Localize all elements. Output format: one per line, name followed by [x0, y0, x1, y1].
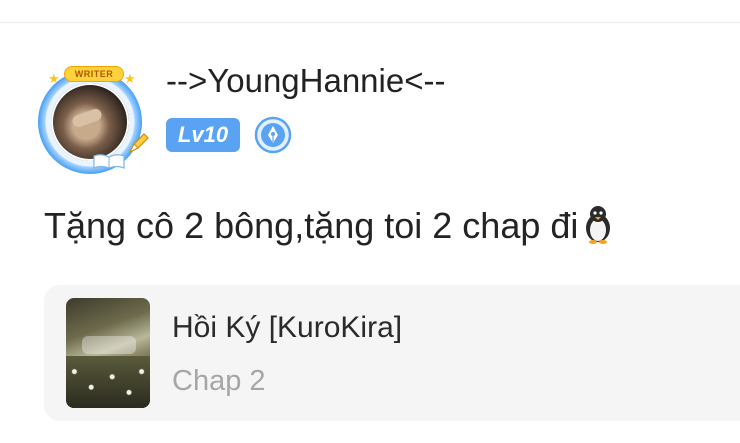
- writer-frame-badge: WRITER: [64, 66, 124, 82]
- story-title: Hồi Ký [KuroKira]: [172, 311, 403, 344]
- story-cover-image: [66, 298, 150, 408]
- open-book-icon: [93, 154, 125, 169]
- star-icon: ★: [124, 71, 136, 86]
- comment-text: Tặng cô 2 bông,tặng toi 2 chap đi: [44, 205, 579, 246]
- star-icon: ★: [48, 71, 60, 86]
- user-avatar[interactable]: ★ ★ WRITER: [34, 62, 152, 174]
- chapter-card[interactable]: Hồi Ký [KuroKira] Chap 2: [44, 285, 740, 421]
- comment-body: Tặng cô 2 bông,tặng toi 2 chap đi: [44, 204, 614, 247]
- penguin-icon: [586, 206, 611, 244]
- cover-flowers: [66, 356, 150, 408]
- cover-title-mark: [82, 336, 136, 354]
- top-divider: [0, 22, 740, 23]
- fountain-pen-icon: [128, 133, 149, 154]
- level-badge: Lv10: [166, 118, 240, 152]
- username[interactable]: -->YoungHannie<--: [166, 62, 445, 100]
- writer-pen-badge-icon: [254, 116, 292, 154]
- chapter-label: Chap 2: [172, 365, 266, 397]
